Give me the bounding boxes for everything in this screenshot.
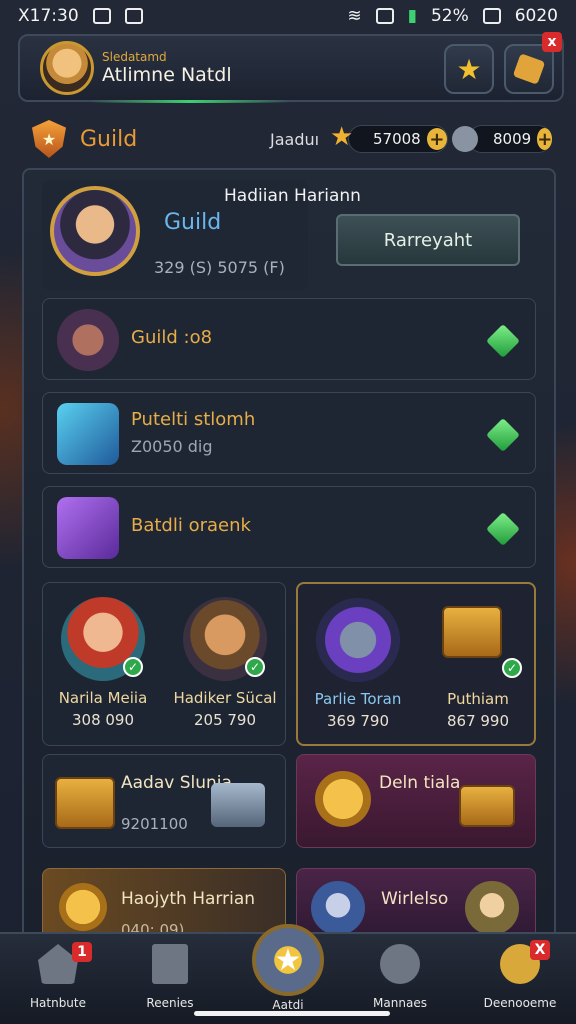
notification-icon-2	[124, 8, 143, 24]
heroes-group-right: Parlie Toran 369 790 ✓ Puthiam 867 990	[296, 582, 536, 746]
list-item-title: Putelti stlomh	[131, 409, 256, 430]
wifi-icon: ≋	[347, 6, 362, 26]
player-header: Sledatamd Atlimne Natdl ★ x	[18, 32, 564, 102]
check-icon: ✓	[245, 657, 265, 677]
list-item-title: Guild :o8	[131, 327, 213, 348]
hero-value: 205 790	[193, 711, 257, 729]
profile-stats: 329 (S) 5075 (F)	[154, 258, 285, 277]
silver-counter: 8009 +	[468, 125, 553, 153]
profile-action-button[interactable]: Rarreyaht	[336, 214, 520, 266]
status-bar: X17:30 ≋ ▮ 52% 6020	[0, 0, 576, 32]
player-avatar[interactable]	[40, 41, 94, 95]
player-subtitle: Sledatamd	[102, 50, 167, 64]
profile-heading: Hadiian Hariann	[224, 186, 361, 206]
add-gold-button[interactable]: +	[426, 128, 447, 150]
guild-label[interactable]: Guild	[80, 127, 137, 152]
gold-value: 57008	[373, 130, 421, 148]
battery-icon	[482, 8, 501, 24]
coin-icon	[315, 771, 371, 827]
profile-avatar[interactable]	[50, 186, 140, 276]
gold-star-icon: ★	[330, 122, 354, 152]
gold-chest-icon	[459, 785, 515, 827]
coin-icon	[59, 883, 107, 931]
list-item-title: Batdli oraenk	[131, 515, 251, 536]
signal-icon: ▮	[407, 6, 417, 26]
nav-label: Deenooeme	[483, 996, 557, 1010]
hero-portrait	[311, 881, 365, 935]
nav-label: Aatdi	[272, 998, 304, 1012]
close-icon[interactable]: X	[530, 940, 550, 960]
hero-name: Hadiker Sücal	[173, 689, 277, 707]
gold-counter: 57008 +	[348, 125, 448, 153]
list-item-subtitle: Z0050 dig	[131, 437, 213, 456]
hero-name: Puthiam	[447, 690, 509, 708]
guild-panel: Hadiian Hariann Guild 329 (S) 5075 (F) R…	[22, 168, 556, 948]
nav-label: Hatnbute	[30, 996, 86, 1010]
notification-badge: 1	[72, 942, 92, 962]
hero-portrait	[465, 881, 519, 935]
hero-name: Parlie Toran	[314, 690, 402, 708]
xp-glow	[90, 100, 290, 103]
list-item[interactable]: Guild :o8	[42, 298, 536, 380]
green-gem-icon	[486, 512, 520, 546]
resource-label: Jaaduı	[270, 129, 320, 149]
close-icon[interactable]: x	[542, 32, 562, 52]
green-gem-icon	[486, 418, 520, 452]
guild-row: ★ Guild Jaaduı 57008 + ★ 8009 +	[32, 116, 553, 162]
warriors-icon	[57, 309, 119, 371]
gear-icon	[380, 944, 420, 984]
hero-value: 369 790	[326, 712, 390, 730]
nav-item-records[interactable]: Reenies	[120, 944, 220, 1010]
heroes-group-left: ✓ Narila Meiia 308 090 ✓ Hadiker Sücal 2…	[42, 582, 286, 746]
add-silver-button[interactable]: +	[537, 128, 553, 150]
hero-card[interactable]: ✓ Hadiker Sücal 205 790	[165, 583, 285, 747]
player-name: Atlimne Natdl	[102, 64, 232, 86]
list-item[interactable]: Batdli oraenk	[42, 486, 536, 568]
offer-value: 9201100	[121, 815, 188, 833]
offer-title: Haojyth Harrian	[121, 889, 256, 909]
offer-card[interactable]: Deln tiala	[296, 754, 536, 848]
list-item[interactable]: Putelti stlomh Z0050 dig	[42, 392, 536, 474]
nav-label: Reenies	[146, 996, 194, 1010]
chest-portal-icon	[316, 598, 400, 682]
bottom-navigation: Hatnbute 1 Reenies ★ Aatdi Mannaes Deeno…	[0, 924, 576, 1024]
hero-name: Narila Meiia	[58, 689, 148, 707]
hero-value: 308 090	[71, 711, 135, 729]
status-time: X17:30	[18, 6, 79, 26]
star-icon: ★	[274, 942, 302, 978]
book-icon	[152, 944, 188, 984]
status-right-value: 6020	[514, 6, 558, 26]
offer-title: Wirlelso	[381, 889, 449, 909]
silver-coin-icon	[452, 126, 478, 152]
shield-purple-icon	[57, 497, 119, 559]
guild-shield-icon: ★	[32, 120, 66, 158]
nav-item-guild[interactable]: Aatdi	[238, 986, 338, 1012]
toolbox-icon	[211, 783, 265, 827]
hero-value: 867 990	[446, 712, 510, 730]
notification-icon	[92, 8, 111, 24]
nav-label: Mannaes	[373, 996, 427, 1010]
battery-text: 52%	[430, 6, 469, 26]
alarm-icon	[375, 8, 394, 24]
star-icon: ★	[456, 52, 482, 86]
green-gem-icon	[486, 324, 520, 358]
profile-guild: Guild	[164, 210, 222, 235]
offer-title: Deln tiala	[379, 773, 461, 793]
hero-card[interactable]: ✓ Puthiam 867 990	[418, 584, 538, 748]
hero-card[interactable]: Parlie Toran 369 790	[298, 584, 418, 748]
nav-item-home[interactable]: Hatnbute 1	[8, 942, 108, 1010]
silver-value: 8009	[493, 130, 532, 148]
favorites-button[interactable]: ★	[444, 44, 494, 94]
nav-item-manage[interactable]: Mannaes	[350, 944, 450, 1010]
box-icon	[512, 53, 546, 85]
hero-card[interactable]: ✓ Narila Meiia 308 090	[43, 583, 163, 747]
cube-icon	[57, 403, 119, 465]
gold-chest-icon	[55, 777, 115, 829]
check-icon: ✓	[502, 658, 522, 678]
offer-card[interactable]: Aadav Slunia 9201100	[42, 754, 286, 848]
nav-item-community[interactable]: Deenooeme X	[470, 940, 570, 1010]
gold-chest-icon	[442, 606, 502, 658]
check-icon: ✓	[123, 657, 143, 677]
home-indicator	[194, 1011, 390, 1016]
